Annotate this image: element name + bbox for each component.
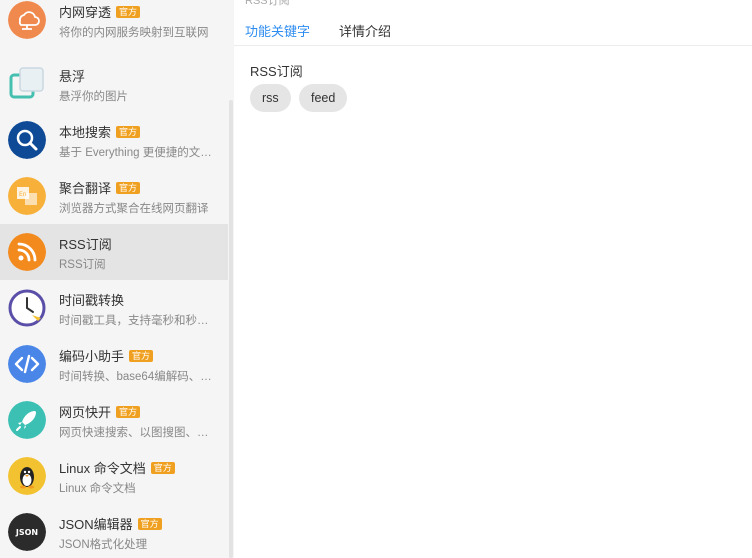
sidebar-item-json-editor[interactable]: JSON JSON编辑器 官方 JSON格式化处理 bbox=[0, 504, 228, 558]
item-title: 聚合翻译 bbox=[59, 181, 112, 196]
item-desc: Linux 命令文档 bbox=[59, 483, 136, 495]
floating-window-icon bbox=[8, 65, 46, 103]
sidebar-item-timestamp[interactable]: 时间戳转换 时间戳工具，支持毫秒和秒转换 bbox=[0, 280, 228, 336]
item-title: JSON编辑器 bbox=[59, 517, 133, 532]
linux-penguin-icon bbox=[8, 457, 46, 495]
item-desc: RSS订阅 bbox=[59, 259, 106, 271]
official-badge: 官方 bbox=[116, 181, 141, 194]
item-title: 网页快开 bbox=[59, 405, 112, 420]
item-title: 编码小助手 bbox=[59, 349, 125, 364]
detail-tabs: 功能关键字 详情介绍 bbox=[234, 16, 752, 46]
item-title: 时间戳转换 bbox=[59, 293, 125, 308]
official-badge: 官方 bbox=[116, 405, 141, 418]
rss-icon bbox=[8, 233, 46, 271]
official-badge: 官方 bbox=[116, 5, 141, 18]
code-icon bbox=[8, 345, 46, 383]
official-badge: 官方 bbox=[116, 125, 141, 138]
sidebar-item-rss[interactable]: RSS订阅 RSS订阅 bbox=[0, 224, 228, 280]
item-desc: JSON格式化处理 bbox=[59, 539, 148, 551]
keyword-chip[interactable]: rss bbox=[250, 84, 291, 112]
item-desc: 浏览器方式聚合在线网页翻译 bbox=[59, 203, 209, 215]
svg-text:En: En bbox=[19, 191, 27, 198]
clock-icon bbox=[8, 289, 46, 327]
item-title: Linux 命令文档 bbox=[59, 461, 146, 476]
tab-details[interactable]: 详情介绍 bbox=[339, 21, 391, 40]
cloud-network-icon bbox=[8, 1, 46, 39]
keyword-chip[interactable]: feed bbox=[299, 84, 348, 112]
item-desc: 基于 Everything 更便捷的文件搜索 bbox=[59, 147, 219, 159]
svg-text:JSON: JSON bbox=[15, 528, 38, 537]
official-badge: 官方 bbox=[137, 517, 162, 530]
sidebar-item-float[interactable]: 悬浮 悬浮你的图片 bbox=[0, 56, 228, 112]
scrollbar-thumb[interactable] bbox=[229, 100, 233, 558]
official-badge: 官方 bbox=[129, 349, 154, 362]
item-desc: 时间转换、base64编解码、URL编解码 bbox=[59, 371, 219, 383]
sidebar-item-encoding[interactable]: 编码小助手官方 时间转换、base64编解码、URL编解码 bbox=[0, 336, 228, 392]
item-desc: 将你的内网服务映射到互联网 bbox=[59, 27, 209, 39]
item-title: 悬浮 bbox=[59, 69, 86, 84]
item-title: RSS订阅 bbox=[59, 237, 112, 252]
sidebar-item-linux-docs[interactable]: Linux 命令文档 官方 Linux 命令文档 bbox=[0, 448, 228, 504]
sidebar-item-translate[interactable]: En 聚合翻译 官方 浏览器方式聚合在线网页翻译 bbox=[0, 168, 228, 224]
sidebar-item-local-search[interactable]: 本地搜索 官方 基于 Everything 更便捷的文件搜索 bbox=[0, 112, 228, 168]
plugin-detail-panel: RSS订阅 功能关键字 详情介绍 RSS订阅 rss feed bbox=[234, 0, 752, 558]
json-icon: JSON bbox=[8, 513, 46, 551]
item-title: 本地搜索 bbox=[59, 125, 112, 140]
item-desc: 时间戳工具，支持毫秒和秒转换 bbox=[59, 315, 219, 327]
sidebar-item-quick-open[interactable]: 网页快开 官方 网页快速搜索、以图搜图、翻译等 bbox=[0, 392, 228, 448]
keywords-section-title: RSS订阅 bbox=[250, 64, 303, 79]
official-badge: 官方 bbox=[150, 461, 175, 474]
item-title: 内网穿透 bbox=[59, 5, 112, 20]
item-desc: 悬浮你的图片 bbox=[59, 91, 128, 103]
tab-keywords[interactable]: 功能关键字 bbox=[245, 21, 310, 40]
rocket-icon bbox=[8, 401, 46, 439]
item-desc: 网页快速搜索、以图搜图、翻译等 bbox=[59, 427, 219, 439]
translate-icon: En bbox=[8, 177, 46, 215]
plugin-sidebar: 内网穿透 官方 将你的内网服务映射到互联网 悬浮 悬浮你的图片 本地搜索 官方 基于… bbox=[0, 0, 228, 558]
sidebar-item-intranet-tunnel[interactable]: 内网穿透 官方 将你的内网服务映射到互联网 bbox=[0, 0, 228, 48]
panel-header-text: RSS订阅 bbox=[245, 0, 290, 7]
magnifier-icon bbox=[8, 121, 46, 159]
